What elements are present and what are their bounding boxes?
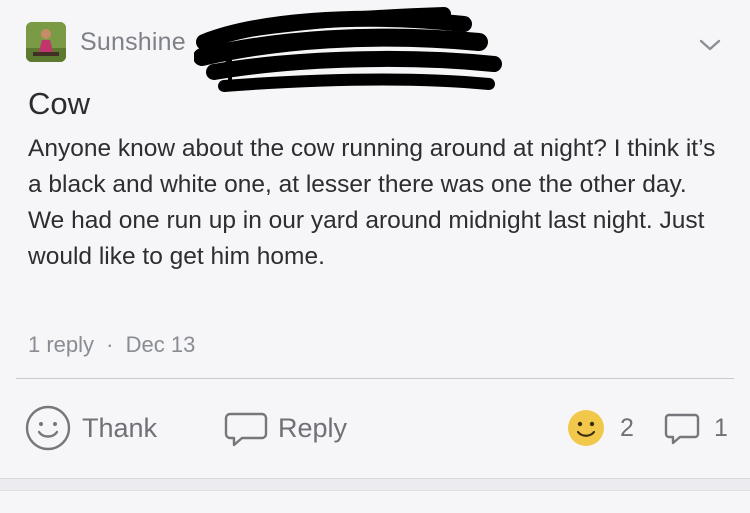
post-meta: 1 reply · Dec 13: [28, 332, 195, 358]
smile-outline-icon: [25, 405, 71, 451]
meta-separator: ·: [106, 332, 114, 357]
post-body: Anyone know about the cow running around…: [28, 135, 716, 270]
reply-summary[interactable]: 1: [664, 404, 728, 452]
author-name[interactable]: Sunshine: [80, 28, 186, 57]
reply-count-link[interactable]: 1 reply: [28, 332, 94, 357]
reply-count: 1: [714, 413, 728, 442]
reply-label: Reply: [278, 412, 348, 443]
reply-button[interactable]: Reply: [224, 404, 347, 452]
avatar[interactable]: [26, 22, 66, 62]
comment-icon: [664, 413, 700, 445]
post-card: Sunshine Cow Anyone know about the cow r…: [0, 0, 750, 478]
action-bar: Thank Reply 2 1: [0, 404, 750, 454]
speech-bubble-icon: [224, 412, 268, 447]
next-post-card: [0, 490, 750, 513]
divider: [16, 378, 734, 379]
smiley-emoji-icon: [568, 410, 604, 446]
reaction-summary[interactable]: 2: [566, 404, 634, 452]
chevron-down-icon[interactable]: [698, 36, 722, 54]
thank-button[interactable]: Thank: [24, 404, 157, 452]
thank-label: Thank: [82, 412, 158, 443]
post-title: Cow: [28, 86, 91, 121]
author-row: Sunshine: [26, 7, 726, 92]
redaction-scribble: [194, 7, 502, 92]
reaction-count: 2: [620, 413, 634, 442]
post-date: Dec 13: [125, 332, 196, 357]
